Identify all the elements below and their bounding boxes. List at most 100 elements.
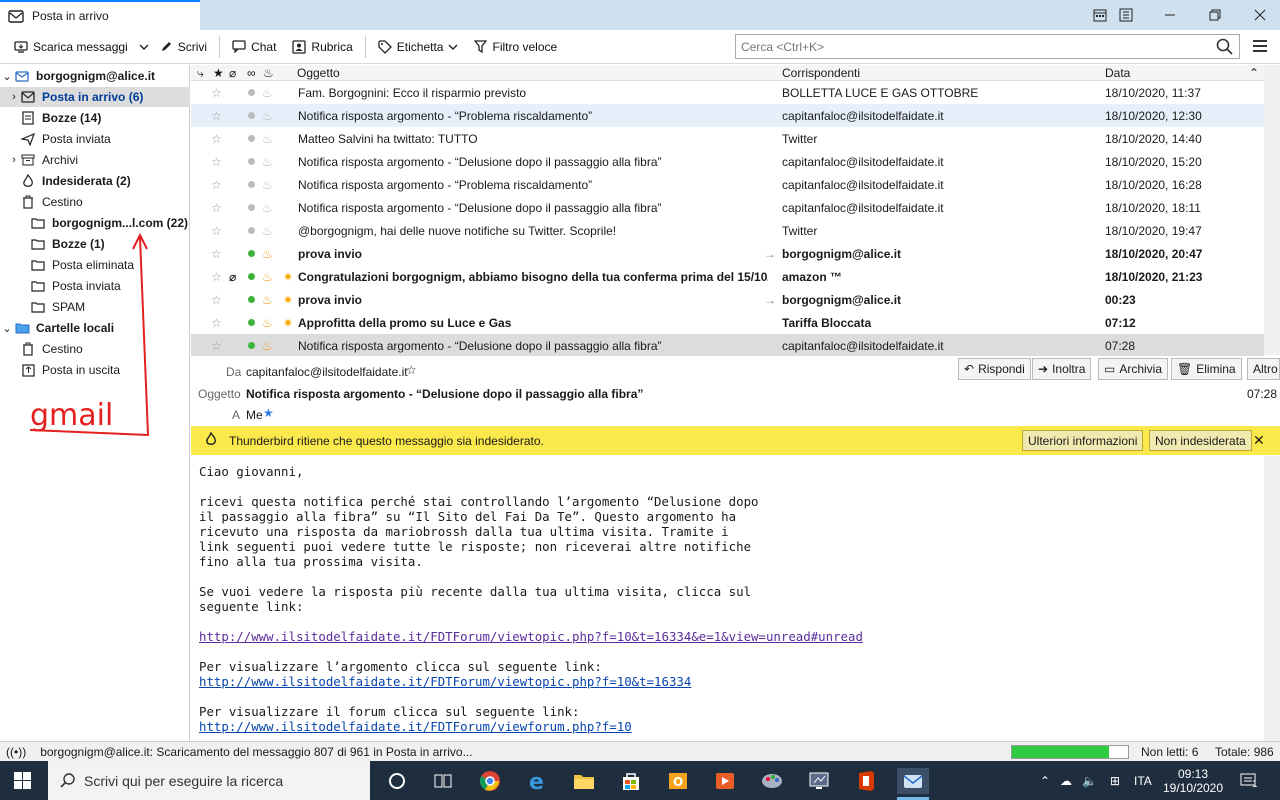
edge-icon[interactable]: e xyxy=(524,768,550,795)
folder-trash[interactable]: Cestino xyxy=(0,192,190,212)
folder-archives[interactable]: › Archivi xyxy=(0,150,190,170)
flame-icon[interactable]: ♨ xyxy=(262,316,273,330)
tab-inbox[interactable]: Posta in arrivo xyxy=(0,0,200,30)
clock[interactable]: 09:13 19/10/2020 xyxy=(1163,761,1223,800)
tag-button[interactable]: Etichetta xyxy=(370,33,467,61)
quick-filter-button[interactable]: Filtro veloce xyxy=(466,33,565,61)
forward-button[interactable]: ➔ Inoltra xyxy=(1032,358,1092,380)
read-status-dot[interactable] xyxy=(248,204,255,211)
file-explorer-icon[interactable] xyxy=(571,768,597,794)
read-status-dot[interactable] xyxy=(248,273,255,280)
list-scrollbar[interactable] xyxy=(1264,65,1280,355)
tray-chevron-icon[interactable]: ⌃ xyxy=(1040,761,1050,800)
star-icon[interactable]: ★ xyxy=(263,406,274,420)
language-indicator[interactable]: ITA xyxy=(1134,761,1152,800)
chevron-down-icon[interactable]: ⌄ xyxy=(0,322,14,335)
close-icon[interactable]: ✕ xyxy=(1253,432,1265,449)
link-topic[interactable]: http://www.ilsitodelfaidate.it/FDTForum/… xyxy=(199,674,691,689)
table-row[interactable]: ☆ ♨ prova invio → borgognigm@alice.it 18/10/2… xyxy=(191,242,1264,265)
table-row[interactable]: ☆ ♨ Notifica risposta argomento - “Problem… xyxy=(191,173,1264,196)
read-status-dot[interactable] xyxy=(248,112,255,119)
chevron-right-icon[interactable]: › xyxy=(0,91,20,103)
star-icon[interactable]: ☆ xyxy=(211,247,222,261)
windows-start-icon[interactable] xyxy=(14,772,31,792)
read-column-icon[interactable]: ∞ xyxy=(247,66,256,80)
more-info-button[interactable]: Ulteriori informazioni xyxy=(1022,430,1144,451)
table-row[interactable]: ☆ ♨ ✷ Approfitta della promo su Luce e Gas T… xyxy=(191,311,1264,334)
read-status-dot[interactable] xyxy=(248,158,255,165)
star-column-icon[interactable]: ★ xyxy=(213,66,224,80)
get-messages-button[interactable]: Scarica messaggi xyxy=(6,33,136,61)
reply-button[interactable]: ↶ Rispondi xyxy=(958,358,1031,380)
office-icon[interactable] xyxy=(853,768,879,794)
star-icon[interactable]: ☆ xyxy=(211,132,222,146)
monitor-app-icon[interactable] xyxy=(806,768,832,794)
from-address[interactable]: capitanfaloc@ilsitodelfaidate.it xyxy=(246,365,408,379)
not-junk-button[interactable]: Non indesiderata xyxy=(1149,430,1252,451)
onedrive-icon[interactable]: ☁ xyxy=(1060,761,1072,800)
table-row[interactable]: ☆ ♨ Notifica risposta argomento - “Delusio… xyxy=(191,150,1264,173)
paint-icon[interactable] xyxy=(759,768,785,794)
read-status-dot[interactable] xyxy=(248,181,255,188)
restore-icon[interactable] xyxy=(1195,0,1235,30)
column-date[interactable]: Data xyxy=(1105,66,1130,80)
media-player-icon[interactable] xyxy=(712,768,738,794)
cortana-icon[interactable] xyxy=(384,768,410,794)
to-address[interactable]: Me xyxy=(246,408,263,422)
body-scrollbar[interactable] xyxy=(1264,456,1280,741)
flame-icon[interactable]: ♨ xyxy=(262,224,273,238)
column-subject[interactable]: Oggetto xyxy=(297,66,340,80)
star-icon[interactable]: ☆ xyxy=(211,109,222,123)
table-row[interactable]: ☆ ♨ Fam. Borgognini: Ecco il risparmio pre… xyxy=(191,81,1264,104)
folder-drafts[interactable]: Bozze (14) xyxy=(0,108,190,128)
close-icon[interactable] xyxy=(1240,0,1280,30)
notification-center-icon[interactable]: 1 xyxy=(1240,761,1258,800)
table-row[interactable]: ☆ ♨ ✷ prova invio → borgognigm@alice.it 00:23 xyxy=(191,288,1264,311)
account-alice[interactable]: ⌄ borgognigm@alice.it xyxy=(0,66,190,86)
table-row[interactable]: ☆ ♨ Matteo Salvini ha twittato: TUTTO Twitt… xyxy=(191,127,1264,150)
chevron-right-icon[interactable]: › xyxy=(0,154,20,166)
read-status-dot[interactable] xyxy=(248,296,255,303)
junk-column-icon[interactable]: ♨ xyxy=(263,66,274,80)
flame-icon[interactable]: ♨ xyxy=(262,86,273,100)
delete-button[interactable]: 🗑 Elimina xyxy=(1171,358,1242,380)
link-forum[interactable]: http://www.ilsitodelfaidate.it/FDTForum/… xyxy=(199,719,632,734)
flame-icon[interactable]: ♨ xyxy=(262,201,273,215)
network-icon[interactable]: ⊞ xyxy=(1110,761,1120,800)
write-button[interactable]: Scrivi xyxy=(152,33,215,61)
read-status-dot[interactable] xyxy=(248,319,255,326)
get-messages-dropdown[interactable] xyxy=(136,33,152,61)
star-icon[interactable]: ☆ xyxy=(211,293,222,307)
read-status-dot[interactable] xyxy=(248,342,255,349)
attachment-column-icon[interactable]: ⌀ xyxy=(229,66,236,80)
folder-sent[interactable]: Posta inviata xyxy=(0,129,190,149)
folder-inbox[interactable]: › Posta in arrivo (6) xyxy=(0,87,190,107)
star-icon[interactable]: ☆ xyxy=(211,155,222,169)
flame-icon[interactable]: ♨ xyxy=(262,155,273,169)
table-row[interactable]: ☆ ♨ Notifica risposta argomento - “Delusio… xyxy=(191,196,1264,219)
outlook-icon[interactable]: O xyxy=(665,768,691,794)
folder-junk[interactable]: Indesiderata (2) xyxy=(0,171,190,191)
table-row[interactable]: ☆ ♨ Notifica risposta argomento - “Problem… xyxy=(191,104,1264,127)
search-input[interactable]: Cerca <Ctrl+K> xyxy=(735,34,1240,59)
task-view-icon[interactable] xyxy=(430,768,456,794)
flame-icon[interactable]: ♨ xyxy=(262,247,273,261)
address-book-button[interactable]: Rubrica xyxy=(284,33,360,61)
star-icon[interactable]: ☆ xyxy=(211,339,222,353)
star-icon[interactable]: ☆ xyxy=(211,178,222,192)
flame-icon[interactable]: ♨ xyxy=(262,132,273,146)
flame-icon[interactable]: ♨ xyxy=(262,270,273,284)
star-icon[interactable]: ☆ xyxy=(211,270,222,284)
thread-column-icon[interactable]: ⤷ xyxy=(197,66,204,81)
star-icon[interactable]: ☆ xyxy=(211,201,222,215)
thunderbird-icon[interactable] xyxy=(897,768,929,794)
link-unread[interactable]: http://www.ilsitodelfaidate.it/FDTForum/… xyxy=(199,629,863,644)
read-status-dot[interactable] xyxy=(248,89,255,96)
read-status-dot[interactable] xyxy=(248,227,255,234)
star-icon[interactable]: ☆ xyxy=(211,86,222,100)
table-row[interactable]: ☆ ♨ @borgognigm, hai delle nuove notifiche… xyxy=(191,219,1264,242)
flame-icon[interactable]: ♨ xyxy=(262,339,273,353)
column-correspondents[interactable]: Corrispondenti xyxy=(782,66,860,80)
star-icon[interactable]: ☆ xyxy=(211,316,222,330)
flame-icon[interactable]: ♨ xyxy=(262,293,273,307)
